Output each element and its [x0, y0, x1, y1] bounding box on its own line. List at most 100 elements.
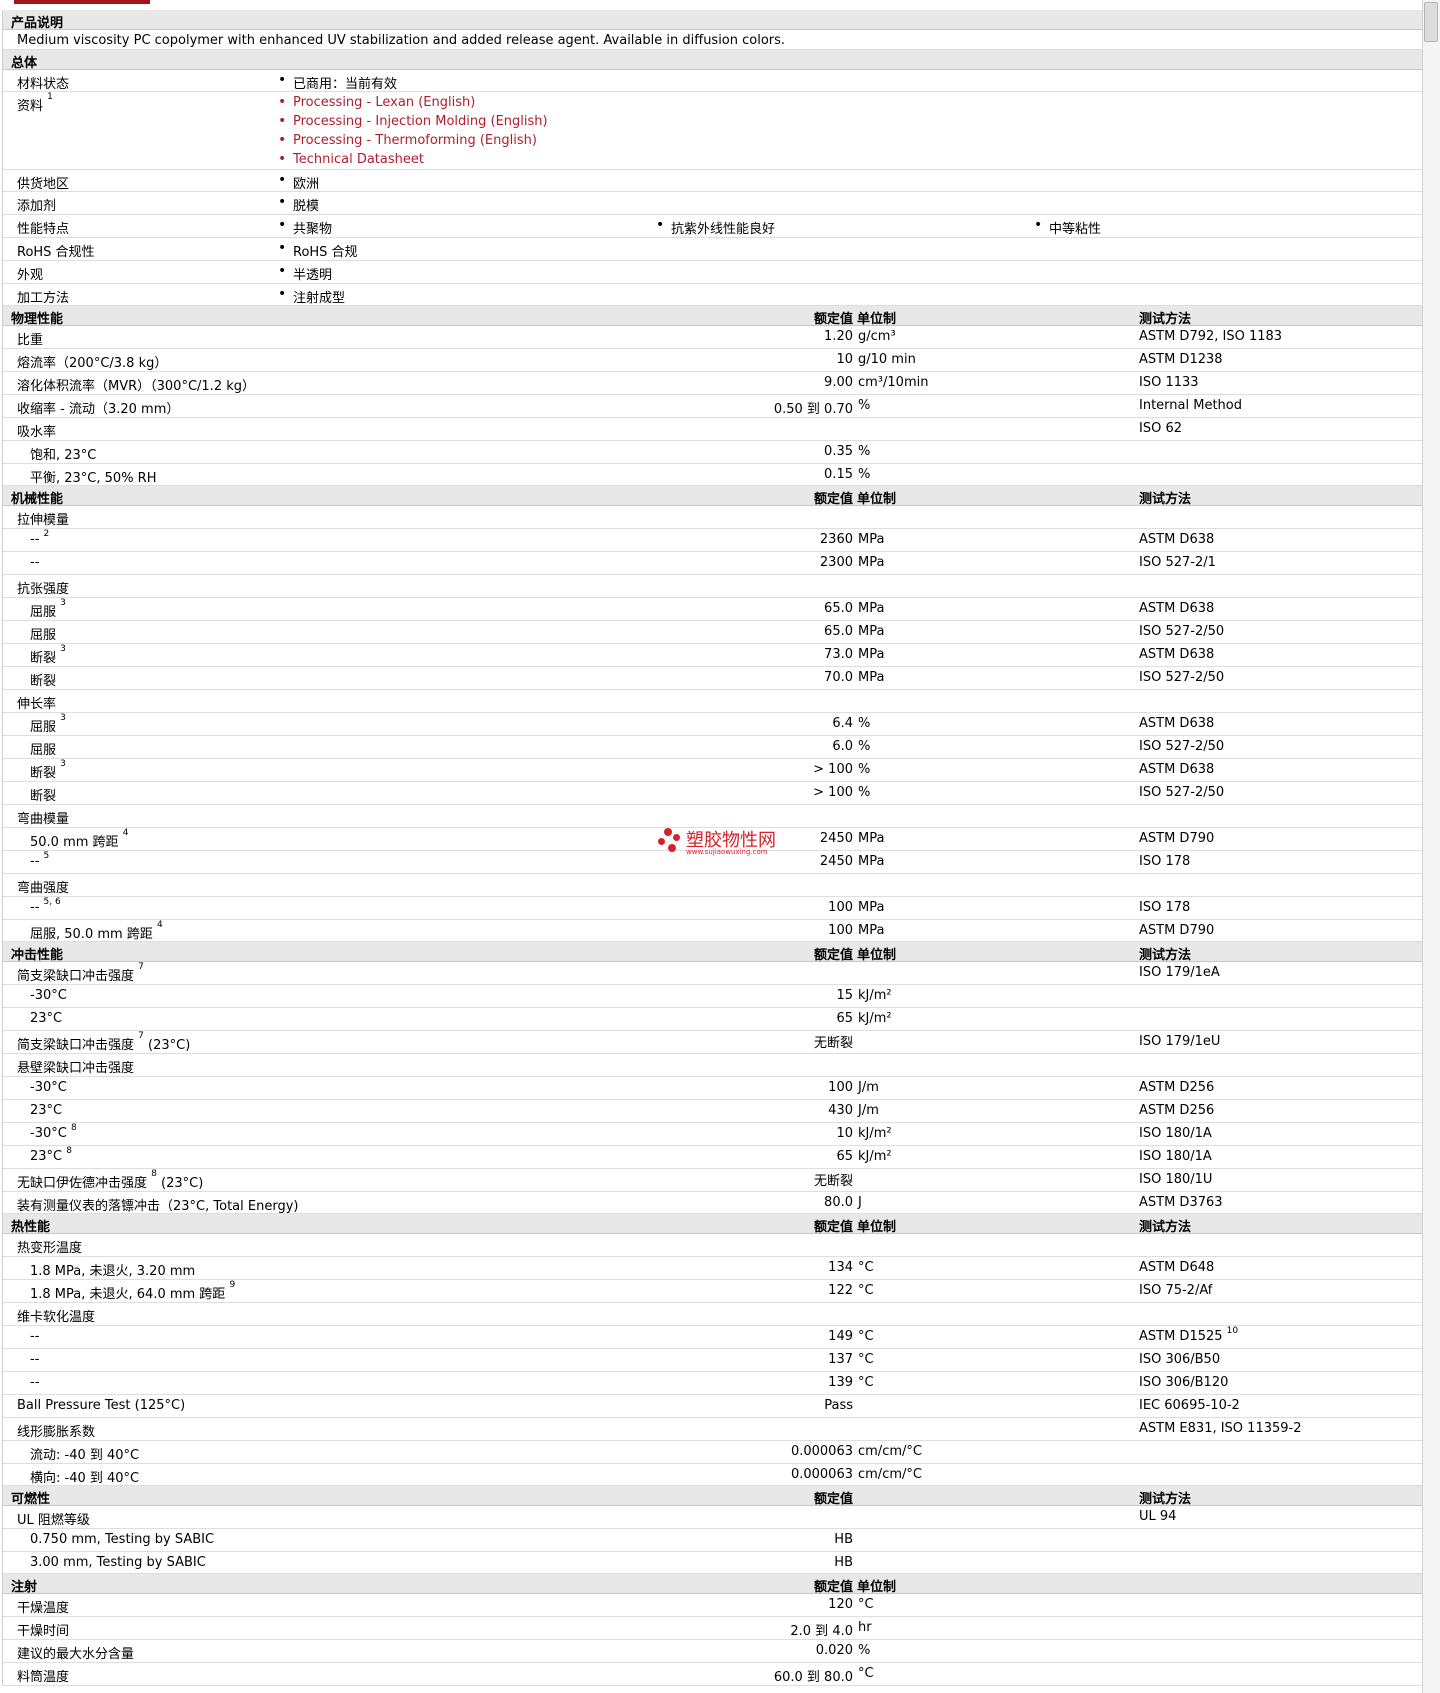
table-row: 建议的最大水分含量 0.020 %: [3, 1640, 1423, 1663]
row-method: ISO 180/1U: [1139, 1172, 1213, 1187]
row-label: 维卡软化温度: [17, 1310, 96, 1325]
row-label: 屈服: [30, 628, 57, 643]
table-row: 屈服 6.0 % ISO 527-2/50: [3, 736, 1423, 759]
row-label: 熔流率（200°C/3.8 kg）: [17, 356, 168, 371]
row-method: ASTM D3763: [1139, 1195, 1223, 1210]
table-row: 流动: -40 到 40°C 0.000063 cm/cm/°C: [3, 1441, 1423, 1464]
row-value: 0.000063: [790, 1467, 853, 1482]
row-label: 线形膨胀系数: [17, 1425, 96, 1440]
row-label: 1.8 MPa, 未退火, 3.20 mm: [30, 1264, 196, 1279]
row-method: ISO 75-2/Af: [1139, 1283, 1213, 1298]
row-label: 干燥温度: [17, 1601, 70, 1616]
row-unit: MPa: [858, 923, 885, 938]
section-title: 产品说明: [11, 16, 64, 31]
row-value: 10: [836, 352, 853, 367]
rohs-value: RoHS 合规: [278, 240, 357, 260]
table-row: -- 2 2360 MPa ASTM D638: [3, 529, 1423, 552]
feature-value: 中等粘性: [1034, 217, 1101, 237]
vertical-scrollbar[interactable]: [1422, 0, 1440, 1693]
row-unit: MPa: [858, 900, 885, 915]
row-label: 弯曲模量: [17, 812, 70, 827]
row-label: 资料 1: [17, 92, 53, 114]
header-method: 测试方法: [1139, 312, 1192, 327]
row-label: 收缩率 - 流动（3.20 mm）: [17, 402, 180, 417]
general-docs-row: 资料 1 Processing - Lexan (English) Proces…: [3, 92, 1423, 170]
row-value: 2450: [819, 831, 853, 846]
row-label: 流动: -40 到 40°C: [30, 1448, 140, 1463]
row-unit: °C: [858, 1329, 874, 1344]
watermark-logo-icon: [673, 834, 680, 841]
row-value: 2450: [819, 854, 853, 869]
table-row: 熔流率（200°C/3.8 kg） 10 g/10 min ASTM D1238: [3, 349, 1423, 372]
row-label: 3.00 mm, Testing by SABIC: [30, 1555, 206, 1570]
header-method: 测试方法: [1139, 1492, 1192, 1507]
row-label: 23°C 8: [30, 1146, 72, 1164]
header-unit: 单位制: [857, 312, 897, 327]
process-value: 注射成型: [278, 286, 345, 306]
row-method: ISO 178: [1139, 854, 1191, 869]
row-label: 悬壁梁缺口冲击强度: [17, 1061, 135, 1076]
row-value: HB: [834, 1532, 853, 1547]
row-method: ISO 527-2/50: [1139, 624, 1225, 639]
row-value: 无断裂: [813, 1174, 853, 1189]
row-method: ISO 179/1eA: [1139, 965, 1220, 980]
table-row: 屈服 3 6.4 % ASTM D638: [3, 713, 1423, 736]
row-value: 73.0: [824, 647, 853, 662]
row-unit: MPa: [858, 647, 885, 662]
row-value: 60.0 到 80.0: [773, 1670, 853, 1685]
watermark-logo-icon: [664, 828, 672, 836]
row-method: ISO 62: [1139, 421, 1182, 436]
scrollbar-thumb[interactable]: [1424, 2, 1438, 42]
table-row: 屈服 3 65.0 MPa ASTM D638: [3, 598, 1423, 621]
table-row: 断裂 > 100 % ISO 527-2/50: [3, 782, 1423, 805]
doc-link-injection-molding[interactable]: Processing - Injection Molding (English): [278, 113, 548, 129]
row-label: 50.0 mm 跨距 4: [30, 828, 129, 850]
row-label: 简支梁缺口冲击强度 7 (23°C): [17, 1031, 191, 1053]
table-row: 线形膨胀系数 ASTM E831, ISO 11359-2: [3, 1418, 1423, 1441]
row-label: 横向: -40 到 40°C: [30, 1471, 140, 1486]
row-unit: %: [858, 467, 871, 482]
row-unit: MPa: [858, 831, 885, 846]
table-row: 弯曲模量: [3, 805, 1423, 828]
header-value: 额定值: [813, 1492, 853, 1507]
row-value: 0.15: [824, 467, 853, 482]
row-unit: MPa: [858, 670, 885, 685]
row-value: 0.020: [815, 1643, 853, 1658]
header-unit: 单位制: [857, 948, 897, 963]
row-label: 23°C: [30, 1103, 63, 1118]
header-unit: 单位制: [857, 1580, 897, 1595]
section-title: 物理性能: [11, 312, 64, 327]
section-flammability: 可燃性 额定值 测试方法: [3, 1486, 1423, 1507]
table-row: -30°C 100 J/m ASTM D256: [3, 1077, 1423, 1100]
table-row: 1.8 MPa, 未退火, 3.20 mm 134 °C ASTM D648: [3, 1257, 1423, 1280]
doc-link-thermoforming[interactable]: Processing - Thermoforming (English): [278, 132, 537, 148]
doc-link-technical-datasheet[interactable]: Technical Datasheet: [278, 151, 424, 167]
row-label: 0.750 mm, Testing by SABIC: [30, 1532, 215, 1547]
table-row: 抗张强度: [3, 575, 1423, 598]
row-method: ISO 306/B50: [1139, 1352, 1221, 1367]
section-title: 总体: [11, 56, 38, 71]
row-value: HB: [834, 1555, 853, 1570]
doc-link-lexan[interactable]: Processing - Lexan (English): [278, 94, 475, 110]
table-row: 0.750 mm, Testing by SABIC HB: [3, 1529, 1423, 1552]
table-row: 1.8 MPa, 未退火, 64.0 mm 跨距 9 122 °C ISO 75…: [3, 1280, 1423, 1303]
row-value: 6.0: [832, 739, 853, 754]
header-method: 测试方法: [1139, 948, 1192, 963]
row-value: 2360: [819, 532, 853, 547]
row-value: > 100: [813, 785, 853, 800]
table-row: 断裂 3 > 100 % ASTM D638: [3, 759, 1423, 782]
row-method: ISO 180/1A: [1139, 1149, 1212, 1164]
table-row: 23°C 65 kJ/m²: [3, 1008, 1423, 1031]
row-method: UL 94: [1139, 1509, 1177, 1524]
feature-value: 共聚物: [278, 217, 332, 237]
row-value: 134: [828, 1260, 853, 1275]
row-unit: cm/cm/°C: [858, 1444, 922, 1459]
row-unit: °C: [858, 1260, 874, 1275]
row-method: ASTM D1525 10: [1139, 1326, 1239, 1344]
row-method: ISO 306/B120: [1139, 1375, 1229, 1390]
row-unit: °C: [858, 1375, 874, 1390]
table-row: 断裂 70.0 MPa ISO 527-2/50: [3, 667, 1423, 690]
row-label: 屈服 3: [30, 598, 66, 620]
row-label: RoHS 合规性: [17, 245, 95, 260]
row-value: 10: [836, 1126, 853, 1141]
